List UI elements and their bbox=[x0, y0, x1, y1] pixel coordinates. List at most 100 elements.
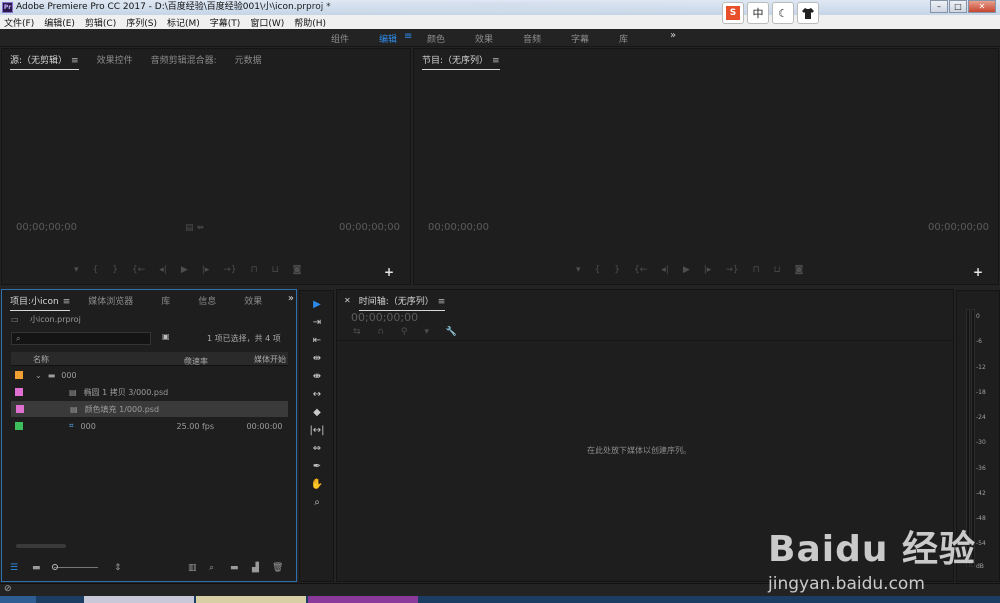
tab-timeline[interactable]: 时间轴:（无序列） ≡ bbox=[358, 294, 445, 311]
taskbar-item-premiere[interactable] bbox=[308, 596, 418, 603]
overwrite-icon[interactable]: ⊔ bbox=[272, 265, 279, 275]
column-name[interactable]: 名称 bbox=[33, 354, 49, 365]
list-item[interactable]: ⌄ ▬ 000 bbox=[10, 367, 288, 383]
step-forward-icon[interactable]: |▸ bbox=[202, 265, 210, 275]
play-icon[interactable]: ▶ bbox=[683, 265, 690, 275]
track-select-forward-tool-icon[interactable]: ⇥ bbox=[309, 316, 325, 330]
ripple-edit-tool-icon[interactable]: ⇹ bbox=[309, 352, 325, 366]
step-back-icon[interactable]: ◂| bbox=[159, 265, 167, 275]
status-icon[interactable]: ⊘ bbox=[4, 584, 12, 594]
marker-icon[interactable]: ▾ bbox=[74, 265, 79, 275]
step-back-icon[interactable]: ◂| bbox=[661, 265, 669, 275]
workspace-libraries[interactable]: 库 bbox=[619, 32, 628, 45]
pen-tool-icon[interactable]: ✒ bbox=[309, 460, 325, 474]
source-playhead-timecode[interactable]: 00;00;00;00 bbox=[16, 222, 77, 233]
wrench-icon[interactable]: 🔧 bbox=[446, 327, 457, 337]
menu-title[interactable]: 字幕(T) bbox=[210, 16, 241, 29]
tab-project[interactable]: 项目:小icon ≡ bbox=[10, 294, 71, 311]
menu-sequence[interactable]: 序列(S) bbox=[126, 16, 157, 29]
list-item[interactable]: ▤ 椭圆 1 拷贝 3/000.psd bbox=[10, 384, 288, 400]
zoom-tool-icon[interactable]: ⌕ bbox=[309, 496, 325, 510]
selection-tool-icon[interactable]: ▶ bbox=[309, 298, 325, 312]
snap-icon[interactable]: ∩ bbox=[377, 327, 384, 337]
icon-view-icon[interactable]: ▬ bbox=[32, 563, 41, 573]
program-add-button-icon[interactable]: + bbox=[973, 265, 983, 279]
insert-icon[interactable]: ⊓ bbox=[251, 265, 258, 275]
tab-media-browser[interactable]: 媒体浏览器 bbox=[88, 294, 133, 307]
list-item[interactable]: ▤ 颜色填充 1/000.psd bbox=[11, 401, 288, 417]
razor-tool-icon[interactable]: ◆ bbox=[309, 406, 325, 420]
tab-libraries[interactable]: 库 bbox=[161, 294, 170, 307]
label-color-swatch[interactable] bbox=[15, 371, 23, 379]
add-marker-icon[interactable]: ▾ bbox=[424, 327, 429, 337]
list-view-icon[interactable]: ☰ bbox=[10, 563, 18, 573]
marker-icon[interactable]: ▾ bbox=[576, 265, 581, 275]
tab-source[interactable]: 源:（无剪辑） ≡ bbox=[10, 53, 79, 70]
linked-selection-icon[interactable]: ⚲ bbox=[401, 327, 408, 337]
close-tab-icon[interactable]: ✕ bbox=[344, 296, 351, 305]
project-tabs-more-icon[interactable]: » bbox=[288, 293, 294, 304]
nest-icon[interactable]: ⇆ bbox=[353, 327, 361, 337]
in-point-icon[interactable]: { bbox=[93, 265, 99, 275]
track-select-backward-tool-icon[interactable]: ⇤ bbox=[309, 334, 325, 348]
source-settings-icon[interactable]: ▤ ⇴ bbox=[185, 223, 204, 233]
new-search-bin-icon[interactable]: ▣ bbox=[162, 332, 170, 341]
sort-icon[interactable]: ⇕ bbox=[114, 563, 122, 573]
slide-tool-icon[interactable]: ⇔ bbox=[309, 442, 325, 456]
workspace-menu-icon[interactable]: ≡ bbox=[404, 31, 412, 42]
tab-audio-clip-mixer[interactable]: 音频剪辑混合器: bbox=[151, 53, 217, 66]
extract-icon[interactable]: ⊔ bbox=[774, 265, 781, 275]
export-frame-icon[interactable]: ◙ bbox=[293, 265, 302, 275]
chinese-mode-button[interactable]: 中 bbox=[747, 2, 769, 24]
rate-stretch-tool-icon[interactable]: ↔ bbox=[309, 388, 325, 402]
workspace-editing[interactable]: 编辑 bbox=[379, 32, 397, 45]
taskbar-item[interactable] bbox=[196, 596, 306, 603]
tab-effect-controls[interactable]: 效果控件 bbox=[97, 53, 133, 66]
project-horizontal-scrollbar[interactable] bbox=[16, 544, 66, 548]
sogou-logo-icon[interactable]: S bbox=[722, 2, 744, 24]
menu-help[interactable]: 帮助(H) bbox=[294, 16, 326, 29]
menu-window[interactable]: 窗口(W) bbox=[250, 16, 284, 29]
close-button[interactable]: ✕ bbox=[968, 0, 996, 13]
workspace-titles[interactable]: 字幕 bbox=[571, 32, 589, 45]
lift-icon[interactable]: ⊓ bbox=[753, 265, 760, 275]
source-add-button-icon[interactable]: + bbox=[384, 265, 394, 279]
export-frame-icon[interactable]: ◙ bbox=[795, 265, 804, 275]
column-media-start[interactable]: 媒体开始 bbox=[254, 354, 286, 365]
workspace-more-icon[interactable]: » bbox=[670, 30, 676, 41]
slip-tool-icon[interactable]: |↔| bbox=[309, 424, 325, 438]
out-point-icon[interactable]: } bbox=[112, 265, 118, 275]
menu-clip[interactable]: 剪辑(C) bbox=[85, 16, 116, 29]
in-point-icon[interactable]: { bbox=[595, 265, 601, 275]
automate-to-sequence-icon[interactable]: ▥ bbox=[188, 563, 197, 573]
menu-file[interactable]: 文件(F) bbox=[4, 16, 34, 29]
label-color-swatch[interactable] bbox=[15, 422, 23, 430]
go-to-in-icon[interactable]: {← bbox=[634, 265, 647, 275]
tab-program[interactable]: 节目:（无序列） ≡ bbox=[422, 53, 500, 70]
skin-shirt-icon[interactable] bbox=[797, 2, 819, 24]
go-to-out-icon[interactable]: →} bbox=[725, 265, 738, 275]
moon-icon[interactable]: ☾ bbox=[772, 2, 794, 24]
new-bin-icon[interactable]: ▬ bbox=[230, 563, 239, 573]
tab-effects[interactable]: 效果 bbox=[244, 294, 262, 307]
out-point-icon[interactable]: } bbox=[614, 265, 620, 275]
timeline-timecode[interactable]: 00;00;00;00 bbox=[351, 311, 418, 324]
workspace-effects[interactable]: 效果 bbox=[475, 32, 493, 45]
menu-edit[interactable]: 编辑(E) bbox=[44, 16, 75, 29]
label-color-swatch[interactable] bbox=[16, 405, 24, 413]
hand-tool-icon[interactable]: ✋ bbox=[309, 478, 325, 492]
maximize-button[interactable]: □ bbox=[949, 0, 967, 13]
workspace-audio[interactable]: 音频 bbox=[523, 32, 541, 45]
play-icon[interactable]: ▶ bbox=[181, 265, 188, 275]
chevron-down-icon[interactable]: ⌄ bbox=[35, 371, 42, 380]
project-search-input[interactable]: ⌕ bbox=[11, 332, 151, 345]
new-item-icon[interactable]: ▟ bbox=[252, 563, 259, 573]
trash-icon[interactable]: 🗑 bbox=[272, 563, 283, 573]
program-playhead-timecode[interactable]: 00;00;00;00 bbox=[428, 222, 489, 233]
taskbar-item[interactable] bbox=[84, 596, 194, 603]
minimize-button[interactable]: – bbox=[930, 0, 948, 13]
list-item[interactable]: ⌗ 000 25.00 fps 00:00:00:0 bbox=[10, 418, 288, 434]
workspace-assembly[interactable]: 组件 bbox=[331, 32, 349, 45]
workspace-color[interactable]: 颜色 bbox=[427, 32, 445, 45]
go-to-in-icon[interactable]: {← bbox=[132, 265, 145, 275]
